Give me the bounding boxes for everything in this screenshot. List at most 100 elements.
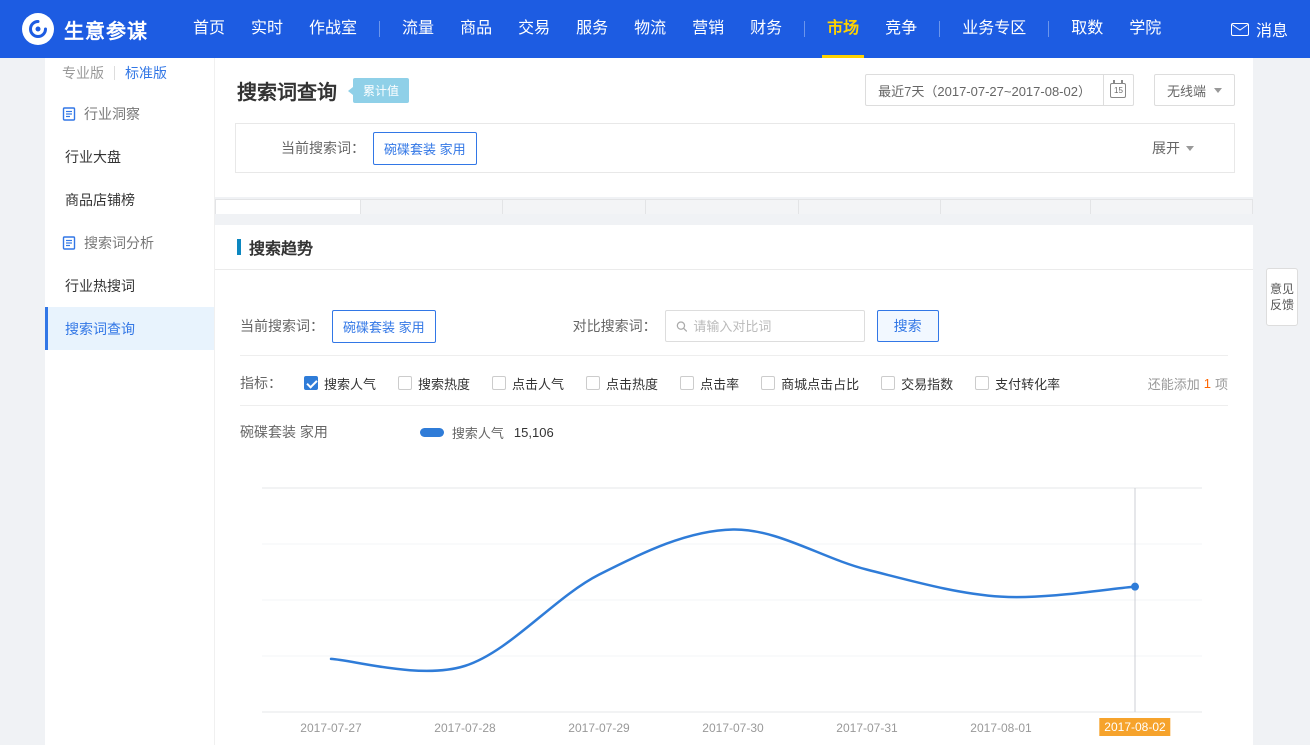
nav-item-data-extract[interactable]: 取数 — [1058, 0, 1116, 58]
legend-value: 15,106 — [514, 425, 554, 440]
calendar-button[interactable]: 15 — [1104, 74, 1134, 106]
sidebar-menu: 行业洞察 行业大盘 商品店铺榜 搜索词分析 行业热搜词 搜索词查询 — [45, 92, 214, 350]
metric-click-heat[interactable]: 点击热度 — [586, 374, 658, 393]
checkbox-icon[interactable] — [975, 376, 989, 390]
section-title-bar — [237, 239, 241, 255]
section-tab[interactable] — [798, 199, 940, 214]
expand-toggle[interactable]: 展开 — [1152, 138, 1194, 158]
metric-mall-click-share[interactable]: 商城点击占比 — [761, 374, 859, 393]
metric-label: 搜索人气 — [324, 374, 376, 393]
legend-name: 搜索人气 — [452, 423, 504, 442]
feedback-button[interactable]: 意见 反馈 — [1266, 268, 1298, 326]
brand-logo-icon — [22, 13, 54, 45]
section-tab[interactable] — [940, 199, 1090, 214]
x-axis-label: 2017-07-29 — [568, 721, 629, 735]
feedback-line2: 反馈 — [1270, 297, 1294, 313]
metric-search-popularity[interactable]: 搜索人气 — [304, 374, 376, 393]
metric-click-rate[interactable]: 点击率 — [680, 374, 739, 393]
divider — [240, 405, 1228, 406]
checkbox-icon[interactable] — [398, 376, 412, 390]
page-title: 搜索词查询 — [237, 76, 337, 105]
expand-label: 展开 — [1152, 138, 1180, 158]
trend-chart-svg[interactable] — [262, 478, 1202, 713]
brand-name: 生意参谋 — [64, 15, 148, 44]
date-range-selector[interactable]: 最近7天（2017-07-27~2017-08-02） — [865, 74, 1104, 106]
section-title: 搜索趋势 — [249, 235, 313, 259]
checkbox-icon[interactable] — [492, 376, 506, 390]
compare-word-input[interactable] — [693, 319, 853, 334]
nav-item-home[interactable]: 首页 — [180, 0, 238, 58]
top-navigation: 生意参谋 首页 实时 作战室 流量 商品 交易 服务 物流 营销 财务 市场 竞… — [0, 0, 1310, 58]
sidebar-item-label: 行业大盘 — [65, 147, 121, 167]
nav-item-realtime[interactable]: 实时 — [238, 0, 296, 58]
nav-item-goods[interactable]: 商品 — [447, 0, 505, 58]
nav-item-marketing[interactable]: 营销 — [679, 0, 737, 58]
nav-item-logistics[interactable]: 物流 — [621, 0, 679, 58]
chevron-down-icon — [1186, 146, 1194, 151]
sidebar-item-goods-shop-rank[interactable]: 商品店铺榜 — [45, 178, 214, 221]
checkbox-icon[interactable] — [881, 376, 895, 390]
sidebar-item-search-word-query[interactable]: 搜索词查询 — [45, 307, 214, 350]
sidebar-item-industry-insight[interactable]: 行业洞察 — [45, 92, 214, 135]
current-word-chip[interactable]: 碗碟套装 家用 — [373, 132, 477, 165]
trend-chart: 2017-07-272017-07-282017-07-292017-07-30… — [262, 478, 1202, 745]
metric-search-heat[interactable]: 搜索热度 — [398, 374, 470, 393]
version-pro[interactable]: 专业版 — [62, 63, 104, 83]
current-word-panel: 当前搜索词： 碗碟套装 家用 展开 — [235, 123, 1235, 173]
nav-item-academy[interactable]: 学院 — [1116, 0, 1174, 58]
nav-item-war-room[interactable]: 作战室 — [296, 0, 370, 58]
checkbox-checked-icon[interactable] — [304, 376, 318, 390]
metrics-label: 指标： — [240, 373, 282, 393]
current-word-chip[interactable]: 碗碟套装 家用 — [332, 310, 436, 343]
metric-click-popularity[interactable]: 点击人气 — [492, 374, 564, 393]
sidebar-item-industry-overview[interactable]: 行业大盘 — [45, 135, 214, 178]
nav-separator — [379, 21, 380, 37]
nav-item-finance[interactable]: 财务 — [737, 0, 795, 58]
sidebar-item-label: 行业热搜词 — [65, 276, 135, 296]
compare-word-label: 对比搜索词： — [573, 316, 657, 336]
feedback-line1: 意见 — [1270, 281, 1294, 297]
section-tab[interactable] — [502, 199, 645, 214]
add-more-suffix: 项 — [1215, 374, 1228, 393]
checkbox-icon[interactable] — [761, 376, 775, 390]
x-axis-label: 2017-07-28 — [434, 721, 495, 735]
sidebar-item-label: 搜索词查询 — [65, 319, 135, 339]
nav-item-competition[interactable]: 竞争 — [872, 0, 930, 58]
checkbox-icon[interactable] — [586, 376, 600, 390]
divider — [240, 355, 1228, 356]
section-tab[interactable] — [360, 199, 502, 214]
version-divider — [114, 66, 115, 80]
nav-item-market[interactable]: 市场 — [814, 0, 872, 58]
metric-pay-conversion[interactable]: 支付转化率 — [975, 374, 1060, 393]
checkbox-icon[interactable] — [680, 376, 694, 390]
section-tab[interactable] — [645, 199, 798, 214]
message-button[interactable]: 消息 — [1231, 17, 1288, 41]
sidebar-item-search-word-analysis[interactable]: 搜索词分析 — [45, 221, 214, 264]
version-standard[interactable]: 标准版 — [125, 63, 167, 83]
section-tab[interactable] — [1090, 199, 1253, 214]
nav-item-business-zone[interactable]: 业务专区 — [949, 0, 1039, 58]
legend-search-popularity[interactable]: 搜索人气 15,106 — [420, 423, 554, 442]
section-tab[interactable] — [215, 199, 360, 214]
calendar-day: 15 — [1114, 86, 1123, 95]
current-word-label: 当前搜索词： — [281, 138, 365, 158]
x-axis-label: 2017-07-31 — [836, 721, 897, 735]
nav-item-service[interactable]: 服务 — [563, 0, 621, 58]
nav-separator — [1048, 21, 1049, 37]
title-row: 搜索词查询 累计值 — [237, 76, 409, 105]
x-axis-label: 2017-08-01 — [970, 721, 1031, 735]
metric-trade-index[interactable]: 交易指数 — [881, 374, 953, 393]
device-selector[interactable]: 无线端 — [1154, 74, 1235, 106]
x-axis-labels: 2017-07-272017-07-282017-07-292017-07-30… — [262, 718, 1202, 742]
device-label: 无线端 — [1167, 81, 1206, 100]
brand[interactable]: 生意参谋 — [22, 13, 148, 45]
header-controls: 最近7天（2017-07-27~2017-08-02） 15 无线端 — [865, 74, 1235, 106]
nav-item-trade[interactable]: 交易 — [505, 0, 563, 58]
search-button[interactable]: 搜索 — [877, 310, 939, 342]
sidebar-item-industry-hot-words[interactable]: 行业热搜词 — [45, 264, 214, 307]
nav-item-traffic[interactable]: 流量 — [389, 0, 447, 58]
page-header-panel: 搜索词查询 累计值 最近7天（2017-07-27~2017-08-02） 15… — [215, 58, 1253, 197]
nav-separator — [939, 21, 940, 37]
section-tab-strip — [215, 199, 1253, 214]
search-icon — [676, 320, 688, 333]
